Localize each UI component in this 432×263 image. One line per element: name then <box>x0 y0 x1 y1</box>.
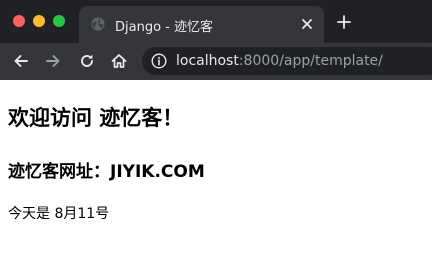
page-subheading: 迹忆客网址：JIYIK.COM <box>8 162 205 182</box>
forward-arrow-icon[interactable] <box>44 52 62 70</box>
page-paragraph: 今天是 8月11号 <box>8 206 110 222</box>
window-maximize-button[interactable] <box>53 15 65 27</box>
window-minimize-button[interactable] <box>33 15 45 27</box>
reload-icon[interactable] <box>78 52 96 70</box>
url-path: :8000/app/template/ <box>238 53 383 69</box>
close-icon[interactable] <box>300 17 314 31</box>
home-icon[interactable] <box>110 52 128 70</box>
globe-icon <box>91 17 105 31</box>
back-arrow-icon[interactable] <box>12 52 30 70</box>
page-content: 欢迎访问 迹忆客！ 迹忆客网址：JIYIK.COM 今天是 8月11号 <box>0 80 432 263</box>
address-url: localhost:8000/app/template/ <box>176 53 383 69</box>
tab-strip: Django - 迹忆客 <box>0 0 432 43</box>
browser-window: Django - 迹忆客 localhost:8000/app/template… <box>0 0 432 263</box>
url-host: localhost <box>176 53 239 69</box>
page-heading: 欢迎访问 迹忆客！ <box>8 106 184 130</box>
browser-toolbar: localhost:8000/app/template/ <box>0 43 432 80</box>
window-close-button[interactable] <box>13 15 25 27</box>
plus-icon[interactable] <box>337 15 351 29</box>
address-bar[interactable]: localhost:8000/app/template/ <box>142 47 432 75</box>
tab-title: Django - 迹忆客 <box>115 20 213 35</box>
info-icon[interactable] <box>151 53 167 69</box>
tab-django[interactable]: Django - 迹忆客 <box>79 6 324 43</box>
